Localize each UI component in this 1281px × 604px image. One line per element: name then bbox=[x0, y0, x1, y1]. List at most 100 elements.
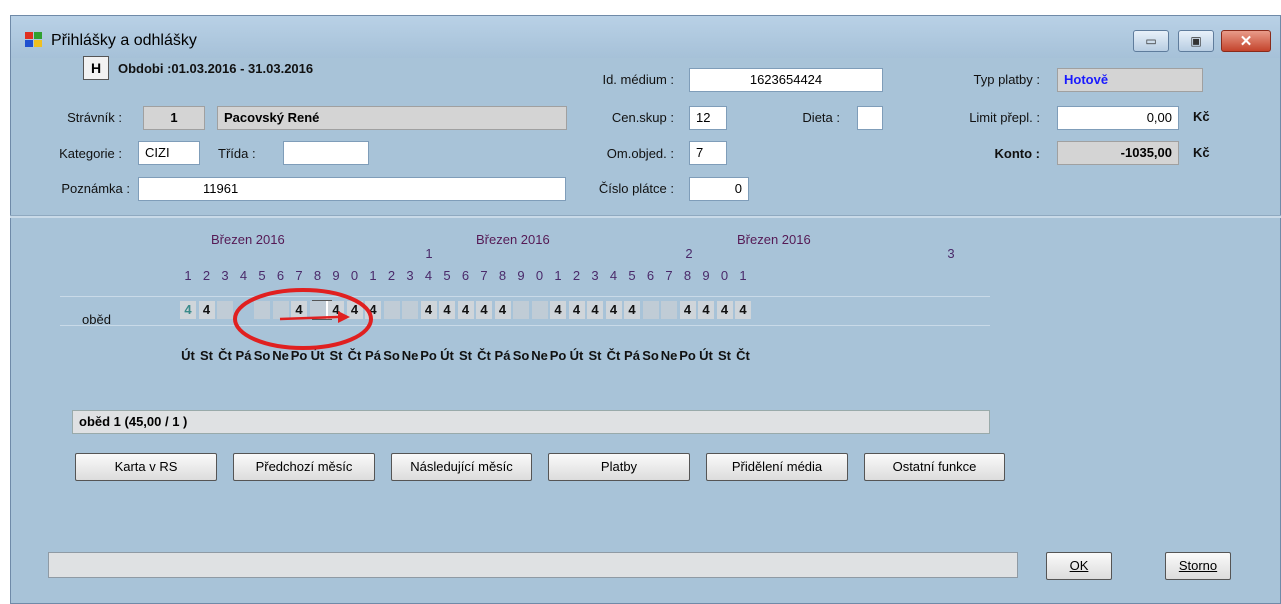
meal-cell[interactable]: 4 bbox=[420, 301, 437, 319]
meal-cell[interactable]: 4 bbox=[679, 301, 696, 319]
meal-cell[interactable] bbox=[642, 301, 659, 319]
title-bar[interactable]: Přihlášky a odhlášky ▭ ▣ ✕ bbox=[11, 16, 1280, 58]
close-button[interactable]: ✕ bbox=[1221, 30, 1271, 52]
omobjed-field[interactable]: 7 bbox=[689, 141, 727, 165]
day-number: 3 bbox=[406, 268, 414, 283]
meal-cell[interactable]: 4 bbox=[180, 301, 196, 319]
konto-label: Konto : bbox=[994, 146, 1040, 161]
day-number: 9 bbox=[332, 268, 340, 283]
day-number: 8 bbox=[683, 268, 692, 283]
ok-button[interactable]: OK bbox=[1046, 552, 1112, 580]
meal-cell[interactable]: 4 bbox=[198, 301, 215, 319]
meal-cell[interactable] bbox=[661, 301, 677, 319]
other-functions-button[interactable]: Ostatní funkce bbox=[864, 453, 1005, 481]
next-month-button[interactable]: Následující měsíc bbox=[391, 453, 532, 481]
meal-cell[interactable]: 4 bbox=[457, 301, 474, 319]
day-number: 5 bbox=[258, 268, 266, 283]
close-icon: ✕ bbox=[1239, 33, 1253, 50]
day-number: 0 bbox=[535, 268, 544, 283]
day-number: 5 bbox=[628, 268, 636, 283]
day-number: 4 bbox=[424, 268, 433, 283]
month-label-2: Březen 2016 bbox=[476, 232, 550, 247]
day-number: 4 bbox=[609, 268, 618, 283]
maximize-button[interactable]: ▣ bbox=[1178, 30, 1214, 52]
konto-field: -1035,00 bbox=[1057, 141, 1179, 165]
id-medium-label: Id. médium : bbox=[602, 72, 674, 87]
status-bar bbox=[48, 552, 1018, 578]
day-number: 1 bbox=[739, 268, 747, 283]
meal-cell[interactable] bbox=[402, 301, 418, 319]
meal-cell[interactable]: 4 bbox=[735, 301, 751, 319]
dieta-label: Dieta : bbox=[802, 110, 840, 125]
trida-label: Třída : bbox=[218, 146, 256, 161]
omobjed-label: Om.objed. : bbox=[606, 146, 674, 161]
konto-unit: Kč bbox=[1193, 145, 1210, 160]
meal-cell[interactable]: 4 bbox=[550, 301, 566, 319]
cislo-platce-field[interactable]: 0 bbox=[689, 177, 749, 201]
stravnik-number-field[interactable]: 1 bbox=[143, 106, 205, 130]
censkup-field[interactable]: 12 bbox=[689, 106, 727, 130]
limit-field[interactable]: 0,00 bbox=[1057, 106, 1179, 130]
stravnik-name-field[interactable]: Pacovský René bbox=[217, 106, 567, 130]
minimize-button[interactable]: ▭ bbox=[1133, 30, 1169, 52]
meal-cell[interactable]: 4 bbox=[476, 301, 492, 319]
meal-cell[interactable] bbox=[513, 301, 529, 319]
day-number: 3 bbox=[591, 268, 599, 283]
typ-platby-field[interactable]: Hotově bbox=[1057, 68, 1203, 92]
limit-unit: Kč bbox=[1193, 109, 1210, 124]
day-number: 6 bbox=[461, 268, 470, 283]
month-label-3: Březen 2016 bbox=[737, 232, 811, 247]
meal-cell[interactable] bbox=[383, 301, 400, 319]
day-number: 8 bbox=[313, 268, 322, 283]
day-number: 4 bbox=[239, 268, 248, 283]
minimize-icon: ▭ bbox=[1145, 34, 1157, 48]
h-button[interactable]: H bbox=[83, 56, 109, 80]
poznamka-field[interactable]: 11961 bbox=[138, 177, 566, 201]
meal-cell[interactable]: 4 bbox=[587, 301, 603, 319]
ok-label: OK bbox=[1069, 558, 1089, 573]
meal-cell[interactable]: 4 bbox=[698, 301, 714, 319]
period-label: Obdobi :01.03.2016 - 31.03.2016 bbox=[118, 61, 314, 76]
maximize-icon: ▣ bbox=[1190, 34, 1202, 48]
previous-month-button[interactable]: Předchozí měsíc bbox=[233, 453, 375, 481]
tens-label-2: 2 bbox=[685, 246, 693, 261]
separator bbox=[10, 215, 1281, 218]
meal-cell[interactable] bbox=[531, 301, 548, 319]
weekday-label: Čt bbox=[736, 348, 750, 363]
month-label-1: Březen 2016 bbox=[211, 232, 285, 247]
tens-label-1: 1 bbox=[425, 246, 433, 261]
meal-cell[interactable]: 4 bbox=[624, 301, 640, 319]
day-number: 6 bbox=[646, 268, 655, 283]
trida-field[interactable] bbox=[283, 141, 369, 165]
karta-button[interactable]: Karta v RS bbox=[75, 453, 217, 481]
meal-cell[interactable]: 4 bbox=[568, 301, 585, 319]
day-number: 2 bbox=[202, 268, 211, 283]
meal-cell[interactable]: 4 bbox=[605, 301, 622, 319]
id-medium-field[interactable]: 1623654424 bbox=[689, 68, 883, 92]
kategorie-field[interactable]: CIZI bbox=[138, 141, 200, 165]
day-number: 7 bbox=[665, 268, 673, 283]
dieta-field[interactable] bbox=[857, 106, 883, 130]
day-number: 1 bbox=[184, 268, 192, 283]
tens-label-3: 3 bbox=[947, 246, 955, 261]
media-assignment-button[interactable]: Přidělení média bbox=[706, 453, 848, 481]
day-number: 2 bbox=[387, 268, 396, 283]
day-number: 0 bbox=[720, 268, 729, 283]
day-number: 9 bbox=[702, 268, 710, 283]
day-number: 1 bbox=[554, 268, 562, 283]
typ-platby-label: Typ platby : bbox=[973, 72, 1040, 87]
meal-cell[interactable]: 4 bbox=[716, 301, 733, 319]
payments-button[interactable]: Platby bbox=[548, 453, 690, 481]
meal-cell[interactable]: 4 bbox=[439, 301, 455, 319]
storno-button[interactable]: Storno bbox=[1165, 552, 1231, 580]
app-icon bbox=[25, 32, 42, 47]
day-number: 2 bbox=[572, 268, 581, 283]
cislo-platce-label: Číslo plátce : bbox=[598, 181, 674, 196]
window-title: Přihlášky a odhlášky bbox=[51, 32, 197, 49]
day-number: 9 bbox=[517, 268, 525, 283]
poznamka-label: Poznámka : bbox=[61, 181, 130, 196]
day-number: 1 bbox=[369, 268, 377, 283]
meal-cell[interactable]: 4 bbox=[494, 301, 511, 319]
day-number: 5 bbox=[443, 268, 451, 283]
day-number: 8 bbox=[498, 268, 507, 283]
